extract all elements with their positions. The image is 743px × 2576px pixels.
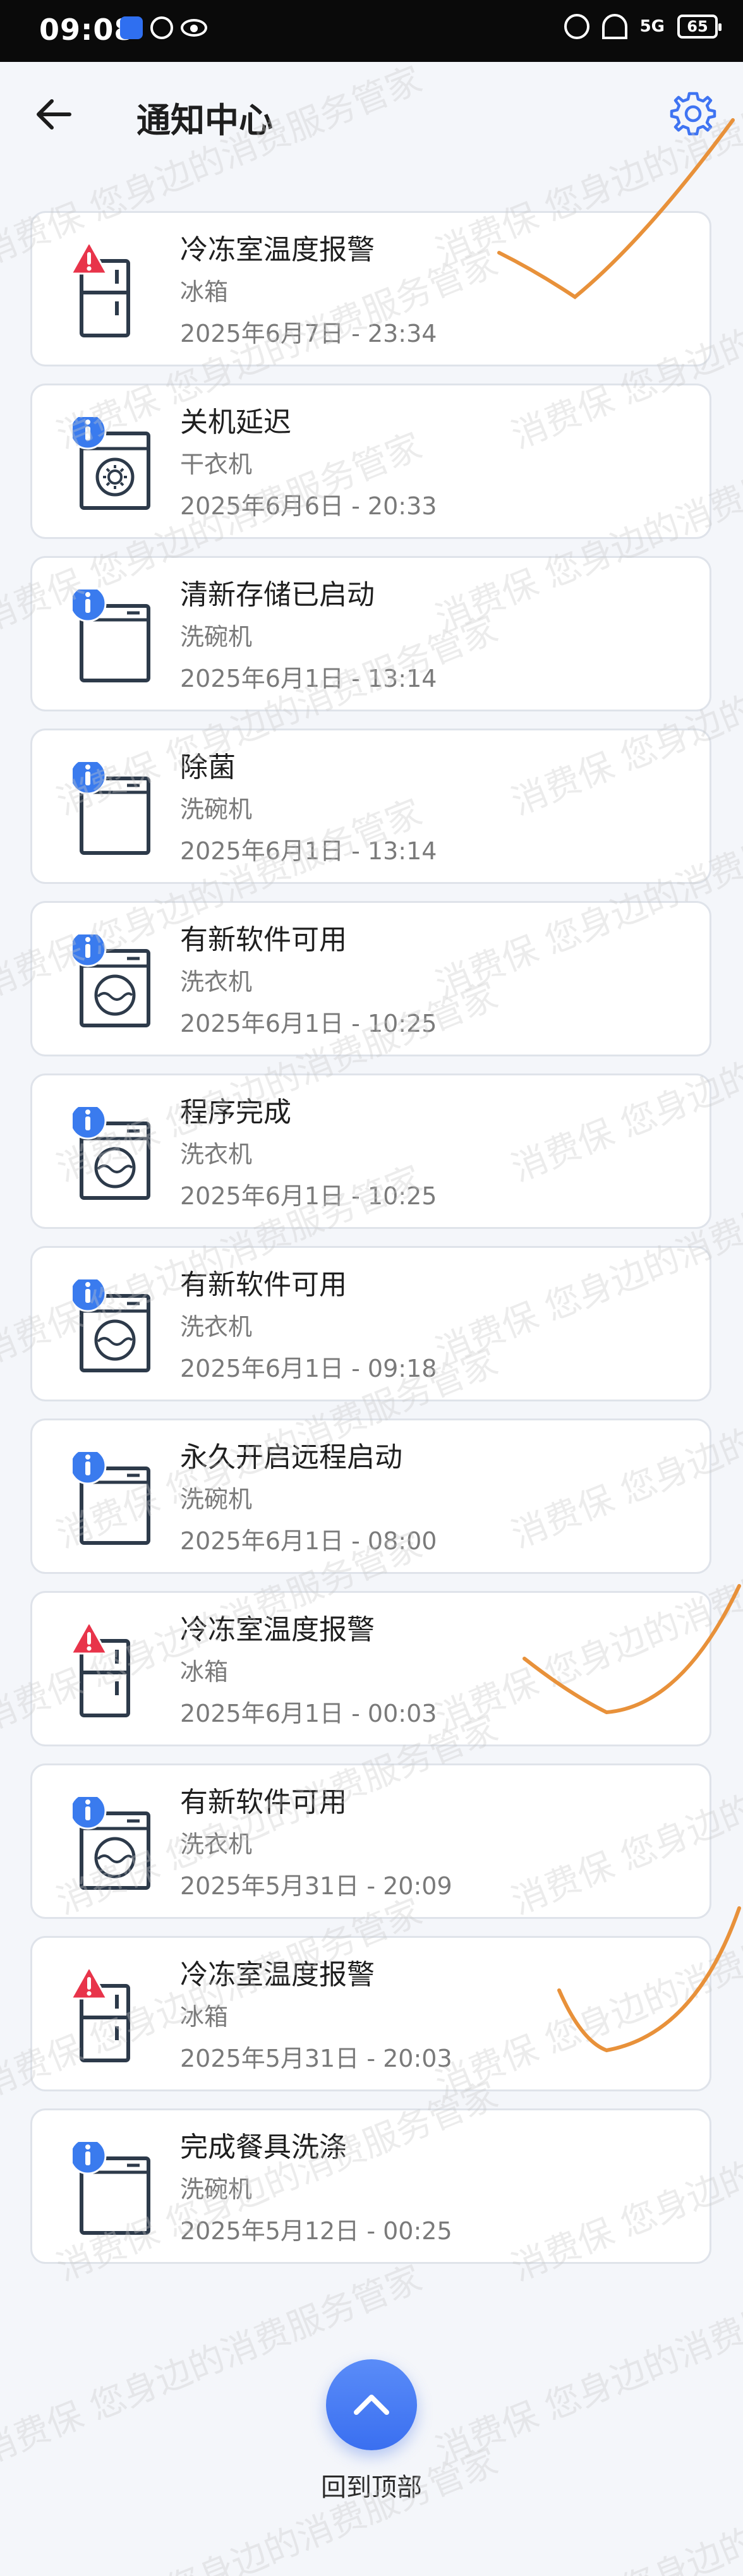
network-type: 5G: [639, 17, 665, 36]
dishwasher-icon: [73, 762, 150, 855]
notification-device: 冰箱: [180, 1658, 229, 1686]
app-header: 通知中心: [0, 62, 743, 169]
notification-card[interactable]: 永久开启远程启动 洗碗机 2025年6月1日 - 08:00: [30, 1418, 711, 1574]
notification-time: 2025年6月1日 - 10:25: [180, 1182, 437, 1210]
notification-title: 关机延迟: [180, 406, 291, 438]
watermark-text: 消费保 您身边的消费服务管家: [430, 2258, 743, 2472]
notification-time: 2025年6月6日 - 20:33: [180, 492, 437, 520]
notification-time: 2025年6月1日 - 08:00: [180, 1527, 437, 1555]
notification-title: 程序完成: [180, 1096, 291, 1128]
info-badge-icon: [73, 417, 107, 450]
eye-icon: [181, 19, 207, 37]
status-left-icons: [120, 16, 207, 39]
chevron-up-icon: [354, 2395, 389, 2415]
watermark-text: 消费保 您身边的消费服务管家: [51, 2441, 504, 2576]
notification-time: 2025年6月1日 - 13:14: [180, 837, 437, 865]
status-right-icons: 5G 65: [564, 14, 722, 39]
info-badge-icon: [73, 1107, 107, 1140]
notification-title: 有新软件可用: [180, 924, 347, 956]
notification-device: 冰箱: [180, 278, 229, 306]
notification-time: 2025年5月31日 - 20:03: [180, 2045, 452, 2072]
info-badge-icon: [73, 934, 107, 967]
notification-card[interactable]: 程序完成 洗衣机 2025年6月1日 - 10:25: [30, 1073, 711, 1229]
notification-card[interactable]: 清新存储已启动 洗碗机 2025年6月1日 - 13:14: [30, 556, 711, 711]
notification-device: 洗衣机: [180, 1140, 253, 1168]
app-notification-icon: [120, 16, 143, 39]
notification-title: 完成餐具洗涤: [180, 2131, 347, 2163]
info-badge-icon: [73, 1797, 107, 1830]
info-badge-icon: [73, 2142, 107, 2175]
notification-time: 2025年5月12日 - 00:25: [180, 2217, 452, 2245]
notification-title: 有新软件可用: [180, 1269, 347, 1301]
notification-title: 除菌: [180, 751, 236, 783]
notification-time: 2025年6月1日 - 13:14: [180, 665, 437, 692]
notification-card[interactable]: 有新软件可用 洗衣机 2025年6月1日 - 10:25: [30, 901, 711, 1056]
dryer-icon: [73, 417, 150, 510]
notification-device: 洗衣机: [180, 1830, 253, 1858]
notification-card[interactable]: 除菌 洗碗机 2025年6月1日 - 13:14: [30, 729, 711, 884]
fridge-icon: [73, 245, 130, 337]
arrow-left-icon: [37, 99, 71, 130]
notification-card[interactable]: 关机延迟 干衣机 2025年6月6日 - 20:33: [30, 384, 711, 539]
info-badge-icon: [73, 762, 107, 795]
notification-device: 洗碗机: [180, 623, 253, 651]
notification-title: 清新存储已启动: [180, 579, 375, 611]
notification-card[interactable]: 冷冻室温度报警 冰箱 2025年5月31日 - 20:03: [30, 1936, 711, 2091]
info-badge-icon: [73, 1452, 107, 1485]
battery-level: 65: [687, 18, 708, 35]
notification-title: 冷冻室温度报警: [180, 1614, 375, 1646]
back-to-top-button[interactable]: [326, 2359, 417, 2450]
notification-card[interactable]: 有新软件可用 洗衣机 2025年5月31日 - 20:09: [30, 1763, 711, 1919]
notification-time: 2025年6月7日 - 23:34: [180, 320, 437, 348]
washer-icon: [73, 1279, 150, 1372]
dishwasher-icon: [73, 2142, 150, 2235]
notification-time: 2025年6月1日 - 09:18: [180, 1355, 437, 1382]
washer-icon: [73, 1797, 150, 1890]
notification-card[interactable]: 冷冻室温度报警 冰箱 2025年6月7日 - 23:34: [30, 211, 711, 366]
dishwasher-icon: [73, 590, 150, 682]
fridge-icon: [73, 1624, 130, 1717]
info-badge-icon: [73, 590, 107, 622]
notification-card[interactable]: 完成餐具洗涤 洗碗机 2025年5月12日 - 00:25: [30, 2108, 711, 2264]
battery-icon: 65: [677, 15, 722, 39]
notification-title: 有新软件可用: [180, 1786, 347, 1818]
gear-icon: [670, 92, 716, 136]
notification-title: 冷冻室温度报警: [180, 234, 375, 266]
notification-time: 2025年6月1日 - 00:03: [180, 1700, 437, 1727]
wifi-icon: [601, 14, 627, 39]
settings-button[interactable]: [668, 90, 718, 139]
back-button[interactable]: [32, 92, 76, 136]
notification-device: 洗碗机: [180, 1485, 253, 1513]
washer-icon: [73, 1107, 150, 1200]
washer-icon: [73, 934, 150, 1027]
notification-device: 洗衣机: [180, 1313, 253, 1341]
fridge-icon: [73, 1969, 130, 2062]
back-to-top-label: 回到顶部: [321, 2473, 422, 2502]
notification-device: 冰箱: [180, 2003, 229, 2031]
notification-time: 2025年6月1日 - 10:25: [180, 1010, 437, 1037]
sync-icon: [150, 16, 173, 39]
info-badge-icon: [73, 1279, 107, 1312]
dishwasher-icon: [73, 1452, 150, 1545]
notification-card[interactable]: 冷冻室温度报警 冰箱 2025年6月1日 - 00:03: [30, 1591, 711, 1746]
notification-device: 洗衣机: [180, 968, 253, 996]
status-bar: 09:08 5G 65: [0, 0, 743, 62]
notification-device: 洗碗机: [180, 795, 253, 823]
alarm-icon: [564, 14, 589, 39]
watermark-text: 消费保 您身边的消费服务管家: [506, 2441, 743, 2576]
notification-time: 2025年5月31日 - 20:09: [180, 1872, 452, 1900]
notification-device: 干衣机: [180, 450, 253, 478]
notification-card[interactable]: 有新软件可用 洗衣机 2025年6月1日 - 09:18: [30, 1246, 711, 1401]
notification-title: 永久开启远程启动: [180, 1441, 402, 1473]
notification-device: 洗碗机: [180, 2175, 253, 2203]
page-title: 通知中心: [136, 100, 273, 140]
notification-title: 冷冻室温度报警: [180, 1959, 375, 1991]
